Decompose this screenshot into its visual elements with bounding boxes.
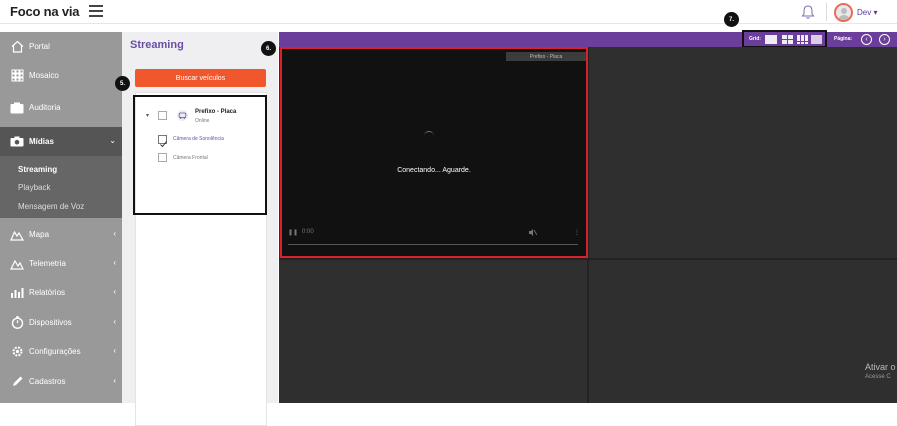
sidebar-item-label: Mapa bbox=[29, 230, 50, 239]
sidebar-item-label: Cadastros bbox=[29, 377, 66, 386]
logo[interactable]: Foco na via bbox=[10, 4, 80, 19]
player-controls: ❚❚ 0:00 ⋮ bbox=[288, 229, 580, 245]
sidebar-item-label: Relatórios bbox=[29, 288, 66, 297]
chevron-left-icon: ‹ bbox=[113, 229, 116, 238]
more-options-icon[interactable]: ⋮ bbox=[574, 229, 580, 236]
sidebar-item-auditoria[interactable]: Auditoria bbox=[0, 93, 122, 122]
sidebar-item-label: Mosaico bbox=[29, 71, 59, 80]
sidebar-item-midias[interactable]: Mídias ⌄ bbox=[0, 127, 122, 156]
chevron-left-icon: ‹ bbox=[113, 258, 116, 267]
stopwatch-icon bbox=[10, 316, 24, 330]
sidebar: Portal Mosaico Auditoria Mídias ⌄ Stream… bbox=[0, 32, 122, 403]
search-vehicles-button[interactable]: Buscar veículos bbox=[135, 69, 266, 87]
menu-toggle-icon[interactable] bbox=[89, 5, 103, 18]
progress-bar[interactable] bbox=[288, 244, 578, 245]
chevron-left-icon: ‹ bbox=[113, 346, 116, 355]
submenu-item-mensagem-de-voz[interactable]: Mensagem de Voz bbox=[18, 202, 84, 211]
pencil-icon bbox=[10, 375, 24, 389]
user-menu[interactable]: Dev ▾ bbox=[857, 8, 877, 17]
player-status-message: Conectando... Aguarde. bbox=[397, 167, 471, 174]
video-player[interactable]: Prefixo - Placa Conectando... Aguarde. ❚… bbox=[280, 47, 588, 258]
player-time: 0:00 bbox=[302, 229, 314, 235]
bell-icon[interactable] bbox=[801, 4, 815, 20]
avatar[interactable] bbox=[834, 3, 853, 22]
submenu-midias: Streaming Playback Mensagem de Voz bbox=[0, 156, 122, 218]
page-title: Streaming bbox=[130, 39, 184, 51]
step-badge-5: 5. bbox=[115, 76, 130, 91]
step-badge-6: 6. bbox=[261, 41, 276, 56]
camera-icon bbox=[10, 135, 24, 149]
sidebar-item-label: Portal bbox=[29, 42, 50, 51]
map-icon bbox=[10, 228, 24, 242]
gear-icon bbox=[10, 345, 24, 359]
chart-icon bbox=[10, 286, 24, 300]
sidebar-item-portal[interactable]: Portal bbox=[0, 32, 122, 61]
sidebar-item-mosaico[interactable]: Mosaico bbox=[0, 61, 122, 90]
sidebar-item-label: Dispositivos bbox=[29, 318, 72, 327]
windows-activation-watermark-sub: Acesse C bbox=[865, 374, 891, 380]
prev-page-button[interactable]: ‹ bbox=[861, 34, 872, 45]
pause-icon[interactable]: ❚❚ bbox=[288, 229, 298, 236]
page-label: Página: bbox=[834, 36, 853, 42]
sidebar-item-label: Telemetria bbox=[29, 259, 66, 268]
chevron-left-icon: ‹ bbox=[113, 376, 116, 385]
user-name: Dev bbox=[857, 8, 872, 17]
top-bar: Foco na via Dev ▾ bbox=[0, 0, 897, 24]
windows-activation-watermark: Ativar o bbox=[865, 362, 896, 372]
caret-down-icon: ▾ bbox=[873, 8, 878, 17]
grid-divider-horizontal bbox=[279, 258, 897, 260]
sidebar-item-label: Auditoria bbox=[29, 103, 61, 112]
header-divider bbox=[826, 3, 827, 21]
sidebar-item-telemetria[interactable]: Telemetria ‹ bbox=[0, 249, 122, 278]
home-icon bbox=[10, 40, 24, 54]
step-badge-7: 7. bbox=[724, 12, 739, 27]
tree-highlight-box bbox=[133, 95, 267, 215]
chevron-down-icon: ⌄ bbox=[109, 136, 116, 145]
folder-icon bbox=[10, 101, 24, 115]
grid-highlight-box bbox=[742, 30, 827, 48]
submenu-item-streaming[interactable]: Streaming bbox=[18, 165, 57, 174]
submenu-item-playback[interactable]: Playback bbox=[18, 183, 50, 192]
sidebar-item-relatorios[interactable]: Relatórios ‹ bbox=[0, 278, 122, 307]
streaming-panel: Streaming Buscar veículos bbox=[122, 32, 278, 426]
chevron-left-icon: ‹ bbox=[113, 317, 116, 326]
mute-icon[interactable] bbox=[529, 229, 537, 236]
sidebar-item-dispositivos[interactable]: Dispositivos ‹ bbox=[0, 308, 122, 337]
next-page-button[interactable]: › bbox=[879, 34, 890, 45]
sidebar-item-mapa[interactable]: Mapa ‹ bbox=[0, 220, 122, 249]
sidebar-item-label: Configurações bbox=[29, 347, 81, 356]
chevron-left-icon: ‹ bbox=[113, 287, 116, 296]
telemetry-icon bbox=[10, 257, 24, 271]
player-title: Prefixo - Placa bbox=[506, 52, 586, 61]
grid-icon bbox=[10, 69, 24, 83]
loading-spinner-icon bbox=[424, 131, 434, 141]
sidebar-item-configuracoes[interactable]: Configurações ‹ bbox=[0, 337, 122, 366]
sidebar-item-label: Mídias bbox=[29, 137, 54, 146]
sidebar-item-cadastros[interactable]: Cadastros ‹ bbox=[0, 367, 122, 396]
